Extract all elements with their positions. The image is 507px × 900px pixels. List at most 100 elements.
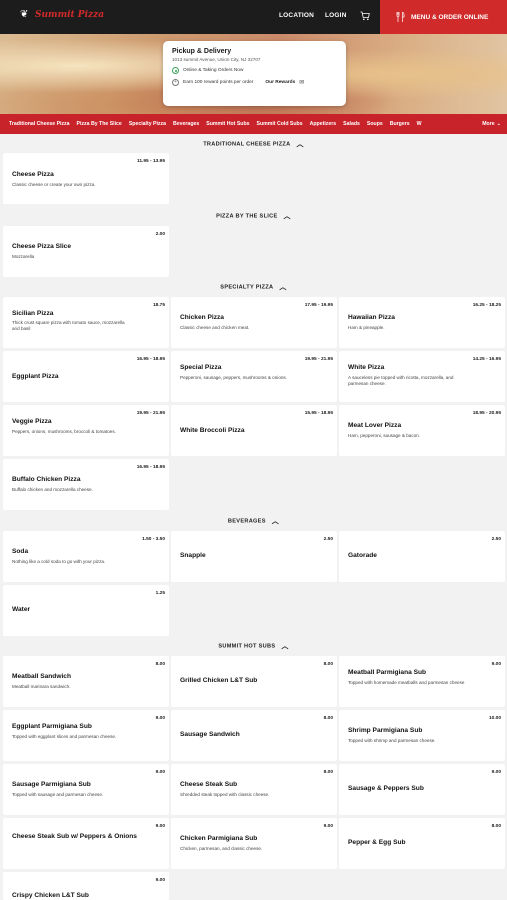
item-name: Sausage Sandwich [180,731,240,738]
our-rewards-link[interactable]: Our Rewards [265,80,295,85]
menu-item-card[interactable]: 8.00 Cheese Steak Sub Shredded steak top… [171,764,337,815]
menu-item-card[interactable]: 11.95 - 13.95 Cheese Pizza Classic chees… [3,153,169,204]
item-price: 2.00 [155,232,165,237]
menu-item-card[interactable]: 9.00 Cheese Steak Sub w/ Peppers & Onion… [3,818,169,869]
menu-item-card[interactable]: 19.95 - 21.95 Special Pizza Pepperoni, s… [171,351,337,402]
section-header-beverages[interactable]: BEVERAGES ︿ [0,516,507,526]
menu-item-card[interactable]: 9.00 Chicken Parmigiana Sub Chicken, par… [171,818,337,869]
item-description: Topped with shrimp and parmesan cheese. [348,738,436,743]
menu-item-card[interactable]: 8.00 Sausage Sandwich [171,710,337,761]
menu-item-card[interactable]: 15.95 - 18.95 White Broccoli Pizza [171,405,337,456]
item-price: 8.00 [491,824,501,829]
rewards-text: Earn 100 reward points per order [183,80,254,85]
category-burgers[interactable]: Burgers [390,121,410,127]
item-price: 16.95 - 18.95 [136,357,165,362]
menu-item-card[interactable]: 18.95 - 20.95 Meat Lover Pizza Ham, pepp… [339,405,505,456]
brand-logo[interactable]: ❦ Summit Pizza [20,9,104,21]
menu-order-online-button[interactable]: MENU & ORDER ONLINE [380,0,507,34]
section-title: SUMMIT HOT SUBS [218,643,276,650]
category-salads[interactable]: Salads [343,121,360,127]
section-title: TRADITIONAL CHEESE PIZZA [203,141,291,148]
category-soups[interactable]: Soups [367,121,383,127]
item-description: Nothing like a cold soda to go with your… [12,559,106,564]
login-link[interactable]: LOGIN [325,12,347,19]
item-description: Buffalo chicken and mozzarella cheese. [12,487,93,492]
menu-item-card[interactable]: 9.00 Sausage & Peppers Sub [339,764,505,815]
item-name: Meatball Sandwich [12,673,71,680]
status-online-icon [172,67,179,74]
section-header-pizza-by-the-slice[interactable]: PIZZA BY THE SLICE ︿ [0,211,507,221]
item-name: Cheese Pizza [12,171,54,178]
category-nav-bar: Traditional Cheese Pizza Pizza By The Sl… [0,114,507,134]
category-appetizers[interactable]: Appetizers [310,121,337,127]
menu-item-card[interactable]: 9.00 Sausage Parmigiana Sub Topped with … [3,764,169,815]
item-price: 18.75 [152,303,165,308]
menu-item-card[interactable]: 16.25 - 18.25 Hawaiian Pizza Ham & pinea… [339,297,505,348]
category-summit-cold-subs[interactable]: Summit Cold Subs [257,121,303,127]
menu-item-card[interactable]: 1.25 Water [3,585,169,636]
menu-item-card[interactable]: 1.50 - 3.50 Soda Nothing like a cold sod… [3,531,169,582]
section-title: BEVERAGES [227,518,266,525]
pickup-delivery-card[interactable]: Pickup & Delivery 1013 summit Avenue, Un… [163,41,346,106]
menu-item-card[interactable]: 8.00 Grilled Chicken L&T Sub [171,656,337,707]
item-price: 1.25 [155,591,165,596]
menu-item-card[interactable]: 2.50 Snapple [171,531,337,582]
logo-text: Summit Pizza [35,10,105,20]
item-name: Chicken Pizza [180,314,224,321]
section-header-traditional-cheese-pizza[interactable]: TRADITIONAL CHEESE PIZZA ︿ [0,139,507,149]
item-description: Classic cheese and chicken meat. [180,325,250,330]
more-categories-button[interactable]: More ⌄ [478,114,501,134]
menu-item-card[interactable]: 9.00 Eggplant Parmigiana Sub Topped with… [3,710,169,761]
section-header-summit-hot-subs[interactable]: SUMMIT HOT SUBS ︿ [0,641,507,651]
more-label: More [482,121,495,127]
item-name: Meatball Parmigiana Sub [348,669,427,676]
category-traditional-cheese-pizza[interactable]: Traditional Cheese Pizza [9,121,70,127]
section-title: PIZZA BY THE SLICE [216,213,278,220]
item-name: Snapple [180,552,206,559]
item-name: Sausage Parmigiana Sub [12,781,91,788]
category-specialty-pizza[interactable]: Specialty Pizza [129,121,166,127]
item-name: Sausage & Peppers Sub [348,785,424,792]
cart-icon[interactable] [360,11,370,21]
menu-item-card[interactable]: 10.00 Shrimp Parmigiana Sub Topped with … [339,710,505,761]
menu-item-card[interactable]: 9.00 Meatball Parmigiana Sub Topped with… [339,656,505,707]
item-description: Ham, pepperoni, sausage & bacon. [348,433,421,438]
item-price: 1.50 - 3.50 [142,537,165,542]
menu-item-card[interactable]: 8.00 Meatball Sandwich Meatball marinara… [3,656,169,707]
section-title: SPECIALTY PIZZA [220,284,274,291]
menu-item-card[interactable]: 16.95 - 18.95 Buffalo Chicken Pizza Buff… [3,459,169,510]
menu-item-card[interactable]: 18.75 Sicilian Pizza Thick crust square … [3,297,169,348]
chevron-up-icon: ︿ [279,284,287,291]
menu-item-card[interactable]: 9.00 Crispy Chicken L&T Sub [3,872,169,900]
menu-item-card[interactable]: 2.50 Gatorade [339,531,505,582]
category-pizza-by-the-slice[interactable]: Pizza By The Slice [77,121,122,127]
item-price: 16.25 - 18.25 [472,303,501,308]
menu-item-card[interactable]: 19.95 - 21.95 Veggie Pizza Peppers, onio… [3,405,169,456]
menu-item-card[interactable]: 16.95 - 18.95 Eggplant Pizza [3,351,169,402]
location-link[interactable]: LOCATION [279,12,314,19]
item-description: Meatball marinara sandwich. [12,684,71,689]
category-truncated[interactable]: W [417,121,422,127]
section-header-specialty-pizza[interactable]: SPECIALTY PIZZA ︿ [0,282,507,292]
item-description: Topped with eggplant slices and parmesan… [12,734,117,739]
item-name: Buffalo Chicken Pizza [12,476,81,483]
chevron-up-icon: ︿ [296,141,304,148]
category-beverages[interactable]: Beverages [173,121,199,127]
item-price: 9.00 [491,770,501,775]
menu-item-card[interactable]: 8.00 Pepper & Egg Sub [339,818,505,869]
item-name: Cheese Steak Sub [180,781,238,788]
menu-item-card[interactable]: 2.00 Cheese Pizza Slice Mozzarella [3,226,169,277]
menu-item-card[interactable]: 14.25 - 16.95 White Pizza A sauceless pi… [339,351,505,402]
item-price: 9.00 [155,878,165,883]
category-summit-hot-subs[interactable]: Summit Hot Subs [206,121,249,127]
item-description: Peppers, onions, mushrooms, broccoli & t… [12,429,116,434]
item-price: 8.00 [323,716,333,721]
chevron-down-icon: ⌄ [496,121,501,127]
menu-item-card[interactable]: 17.95 - 19.95 Chicken Pizza Classic chee… [171,297,337,348]
item-price: 16.95 - 18.95 [136,465,165,470]
item-name: Chicken Parmigiana Sub [180,835,258,842]
item-name: Pepper & Egg Sub [348,839,406,846]
item-price: 9.00 [155,824,165,829]
item-name: Eggplant Pizza [12,373,59,380]
item-description: A sauceless pie topped with ricotta, moz… [348,375,454,387]
